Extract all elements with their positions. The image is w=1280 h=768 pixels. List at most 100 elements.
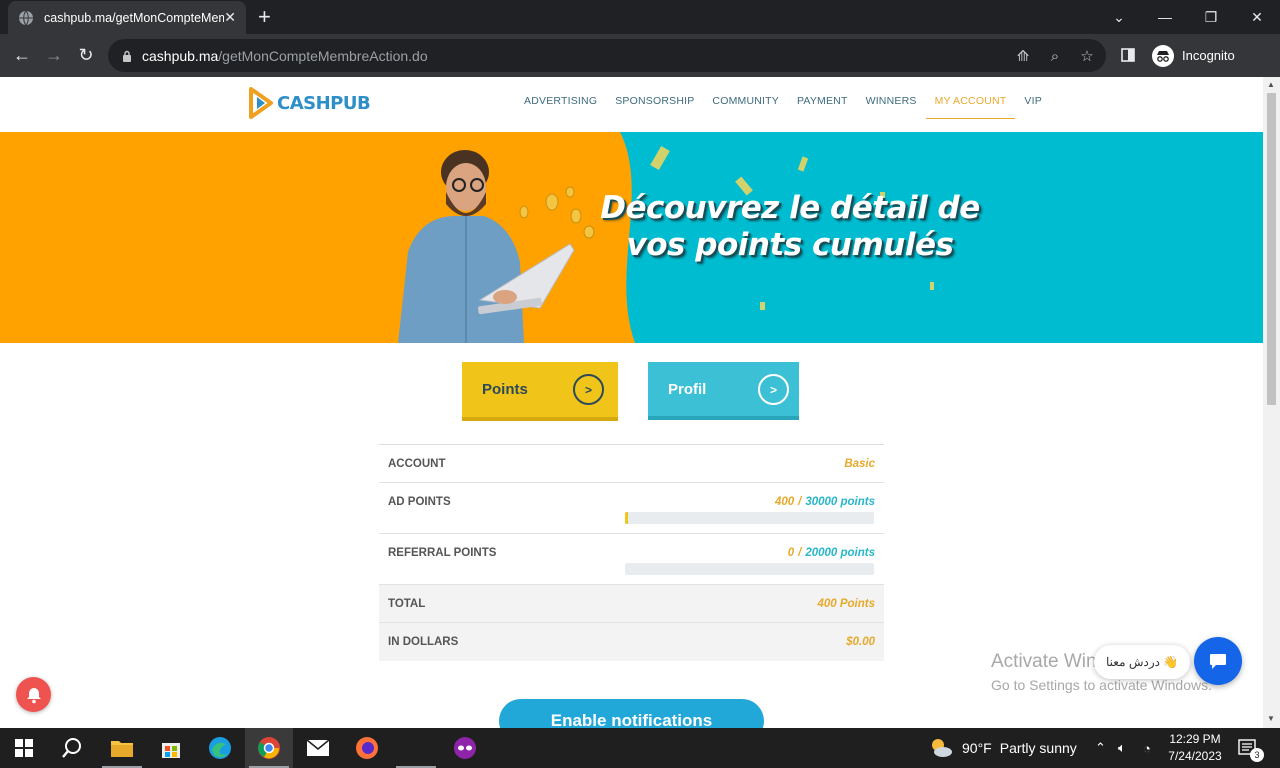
enable-notifications-button[interactable]: Enable notifications: [499, 699, 764, 728]
new-tab-icon[interactable]: +: [258, 4, 271, 30]
arrow-right-icon: >: [573, 374, 604, 405]
profil-button[interactable]: Profil >: [648, 362, 799, 420]
notification-bell-button[interactable]: [16, 677, 51, 712]
back-icon[interactable]: ←: [10, 43, 34, 67]
network-icon[interactable]: ◔: [1143, 728, 1151, 768]
restore-icon[interactable]: ❐: [1188, 0, 1234, 34]
chat-greeting-bubble[interactable]: دردش معنا 👋: [1094, 645, 1191, 679]
globe-icon: [19, 10, 33, 25]
nav-my-account[interactable]: MY ACCOUNT: [925, 95, 1016, 119]
nav-winners[interactable]: WINNERS: [857, 95, 926, 119]
nav-community[interactable]: COMMUNITY: [703, 95, 788, 119]
banner-title: Découvrez le détail de vos points cumulé…: [555, 190, 1025, 264]
in-dollars-label: IN DOLLARS: [388, 636, 459, 648]
nav-sponsorship[interactable]: SPONSORSHIP: [606, 95, 703, 119]
chrome-icon[interactable]: [245, 728, 293, 768]
page-scrollbar[interactable]: ▲ ▼: [1263, 77, 1280, 728]
referral-points-value: 0/20000 points: [788, 547, 875, 559]
scroll-down-icon[interactable]: ▼: [1267, 714, 1275, 723]
minimize-icon[interactable]: —: [1142, 0, 1188, 34]
table-row-ad-points: AD POINTS 400/30000 points: [379, 483, 884, 534]
weather-widget[interactable]: 90°F Partly sunny: [928, 728, 1077, 768]
ad-points-value: 400/30000 points: [775, 496, 875, 508]
site-header: CASHPUB ADVERTISING SPONSORSHIP COMMUNIT…: [0, 77, 1263, 132]
windows-start-icon[interactable]: [0, 728, 48, 768]
lock-icon: [123, 50, 131, 62]
ad-points-max: 30000 points: [805, 496, 875, 508]
nav-advertising[interactable]: ADVERTISING: [515, 95, 606, 119]
incognito-icon: [1152, 44, 1174, 67]
address-bar[interactable]: cashpub.ma/getMonCompteMembreAction.do ⟰…: [108, 39, 1106, 72]
referral-points-current: 0: [787, 547, 795, 559]
translate-icon[interactable]: ⟰: [1013, 46, 1033, 66]
vpn-mask-icon[interactable]: [441, 728, 489, 768]
incognito-indicator[interactable]: Incognito: [1146, 41, 1241, 70]
taskbar-clock[interactable]: 12:29 PM 7/24/2023: [1160, 731, 1230, 765]
clock-date: 7/24/2023: [1168, 749, 1222, 763]
edge-icon[interactable]: [196, 728, 244, 768]
referral-points-max: 20000 points: [805, 547, 875, 559]
hero-banner: Découvrez le détail de vos points cumulé…: [0, 132, 1263, 343]
ad-points-slash: /: [798, 496, 802, 508]
table-row-account: ACCOUNT Basic: [379, 445, 884, 483]
side-panel-icon[interactable]: [1116, 43, 1140, 67]
points-button[interactable]: Points >: [462, 362, 618, 421]
tab-search-icon[interactable]: ⌄: [1096, 0, 1142, 34]
scroll-up-icon[interactable]: ▲: [1267, 80, 1275, 89]
tab-title: cashpub.ma/getMonCompteMembreAction.do: [44, 10, 224, 25]
close-tab-icon[interactable]: ✕: [224, 9, 236, 26]
search-icon[interactable]: [48, 728, 96, 768]
banner-title-line-1: Découvrez le détail de: [600, 190, 980, 226]
speaker-icon[interactable]: 🔈︎: [1118, 728, 1126, 768]
weather-temp: 90°F: [962, 740, 992, 756]
chat-launcher-button[interactable]: [1194, 637, 1242, 685]
notification-center-icon[interactable]: 3: [1238, 728, 1264, 768]
ad-points-current: 400: [774, 496, 795, 508]
banner-title-line-2: vos points cumulés: [626, 227, 954, 263]
partly-sunny-icon: [932, 739, 952, 757]
table-row-total: TOTAL 400 Points: [379, 585, 884, 623]
nav-vip[interactable]: VIP: [1015, 95, 1051, 119]
activate-windows-subtitle: Go to Settings to activate Windows.: [991, 677, 1212, 693]
file-explorer-icon[interactable]: [98, 728, 146, 768]
close-window-icon[interactable]: ✕: [1234, 0, 1280, 34]
bookmark-star-icon[interactable]: ☆: [1077, 46, 1097, 66]
incognito-label: Incognito: [1182, 48, 1235, 63]
firefox-icon[interactable]: [343, 728, 391, 768]
notification-count: 3: [1250, 748, 1264, 762]
points-button-label: Points: [482, 381, 528, 398]
table-row-referral-points: REFERRAL POINTS 0/20000 points: [379, 534, 884, 585]
logo-play-icon: [249, 87, 273, 119]
ad-points-label: AD POINTS: [388, 496, 451, 508]
account-label: ACCOUNT: [388, 458, 446, 470]
show-hidden-icons-icon[interactable]: ⌃: [1095, 728, 1106, 768]
url-path: /getMonCompteMembreAction.do: [218, 47, 428, 64]
bell-icon: [26, 687, 41, 703]
cashpub-logo[interactable]: CASHPUB: [248, 87, 371, 119]
logo-text: CASHPUB: [277, 92, 371, 114]
browser-tab-strip: cashpub.ma/getMonCompteMembreAction.do ✕…: [0, 0, 1280, 34]
account-table: ACCOUNT Basic AD POINTS 400/30000 points…: [379, 444, 884, 661]
forward-icon[interactable]: →: [42, 43, 66, 67]
referral-points-slash: /: [798, 547, 802, 559]
browser-toolbar: ← → ↻ cashpub.ma/getMonCompteMembreActio…: [0, 34, 1280, 77]
in-dollars-value: $0.00: [846, 636, 875, 648]
mail-icon[interactable]: [294, 728, 342, 768]
table-row-in-dollars: IN DOLLARS $0.00: [379, 623, 884, 661]
windows-taskbar: 90°F Partly sunny ⌃ 🔈︎ ◔ 12:29 PM 7/24/2…: [0, 728, 1280, 768]
profil-button-label: Profil: [668, 380, 707, 398]
store-icon[interactable]: [147, 728, 195, 768]
weather-text: Partly sunny: [999, 740, 1077, 756]
clock-time: 12:29 PM: [1169, 732, 1221, 746]
url-domain: cashpub.ma: [142, 47, 219, 64]
url-text: cashpub.ma/getMonCompteMembreAction.do: [142, 48, 428, 64]
nav-payment[interactable]: PAYMENT: [788, 95, 857, 119]
zoom-icon[interactable]: ⌕: [1045, 46, 1065, 66]
browser-tab[interactable]: cashpub.ma/getMonCompteMembreAction.do ✕: [8, 1, 246, 34]
ad-points-progress-bar: [625, 512, 874, 524]
scroll-thumb[interactable]: [1267, 93, 1276, 405]
ad-points-progress-fill: [625, 512, 629, 524]
referral-points-label: REFERRAL POINTS: [388, 547, 497, 559]
reload-icon[interactable]: ↻: [74, 43, 98, 67]
taskbar-app-icon[interactable]: [392, 728, 440, 768]
